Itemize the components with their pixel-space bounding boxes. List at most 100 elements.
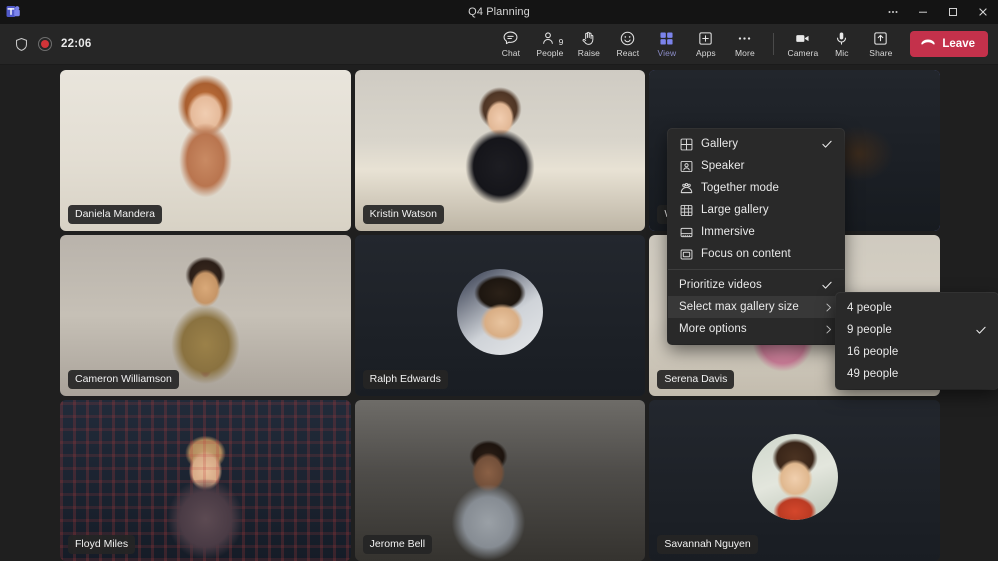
- people-icon: 9: [541, 30, 558, 47]
- menu-item-gallery[interactable]: Gallery: [668, 133, 844, 155]
- menu-item-focus-on-content[interactable]: Focus on content: [668, 243, 844, 265]
- participant-name: Floyd Miles: [68, 535, 135, 554]
- menu-item-select-max-gallery-size[interactable]: Select max gallery size: [668, 296, 844, 318]
- menu-item-speaker[interactable]: Speaker: [668, 155, 844, 177]
- camera-button[interactable]: Camera: [783, 25, 822, 64]
- more-button[interactable]: More: [725, 25, 764, 64]
- check-icon: [820, 279, 834, 291]
- chat-icon: [502, 30, 519, 47]
- submenu-item-4-people[interactable]: 4 people: [836, 297, 998, 319]
- menu-item-large-gallery[interactable]: Large gallery: [668, 199, 844, 221]
- video-tile[interactable]: Kristin Watson: [355, 70, 646, 231]
- submenu-item-label: 9 people: [847, 324, 974, 336]
- apps-label: Apps: [696, 49, 716, 58]
- toolbar-divider: [773, 33, 774, 55]
- participant-name: Serena Davis: [657, 370, 734, 389]
- leave-label: Leave: [942, 38, 975, 50]
- menu-item-immersive[interactable]: Immersive: [668, 221, 844, 243]
- chevron-right-icon: [822, 302, 834, 313]
- share-screen-icon: [872, 30, 889, 47]
- video-tile[interactable]: Cameron Williamson: [60, 235, 351, 396]
- microphone-icon: [833, 30, 850, 47]
- apps-button[interactable]: Apps: [686, 25, 725, 64]
- teams-meeting-window: Q4 Planning 22:06: [0, 0, 998, 561]
- submenu-item-label: 49 people: [847, 368, 974, 380]
- share-label: Share: [869, 49, 892, 58]
- menu-item-label: Speaker: [701, 160, 820, 172]
- participant-name: Ralph Edwards: [363, 370, 448, 389]
- mic-label: Mic: [835, 49, 849, 58]
- view-grid-icon: [658, 30, 675, 47]
- mic-button[interactable]: Mic: [822, 25, 861, 64]
- menu-item-label: Immersive: [701, 226, 820, 238]
- chevron-right-icon: [822, 324, 834, 335]
- hang-up-icon: [920, 35, 936, 54]
- gallery-grid-icon: [679, 137, 701, 152]
- menu-item-together-mode[interactable]: Together mode: [668, 177, 844, 199]
- menu-item-label: Gallery: [701, 138, 820, 150]
- chat-button[interactable]: Chat: [491, 25, 530, 64]
- submenu-item-49-people[interactable]: 49 people: [836, 363, 998, 385]
- participant-name: Daniela Mandera: [68, 205, 162, 224]
- menu-item-label: Prioritize videos: [679, 279, 820, 291]
- view-button[interactable]: View: [647, 25, 686, 64]
- video-tile[interactable]: Daniela Mandera: [60, 70, 351, 231]
- submenu-item-16-people[interactable]: 16 people: [836, 341, 998, 363]
- view-label: View: [658, 49, 677, 58]
- menu-item-prioritize-videos[interactable]: Prioritize videos: [668, 274, 844, 296]
- speaker-person-icon: [679, 159, 701, 174]
- camera-label: Camera: [787, 49, 818, 58]
- menu-item-label: Focus on content: [701, 248, 820, 260]
- menu-item-label: More options: [679, 323, 822, 335]
- meeting-toolbar: 22:06 Chat 9: [0, 24, 998, 65]
- raise-label: Raise: [578, 49, 600, 58]
- close-button[interactable]: [968, 0, 998, 24]
- video-tile[interactable]: Floyd Miles: [60, 400, 351, 561]
- apps-plus-icon: [697, 30, 714, 47]
- view-menu: Gallery Speaker Together mode Large gallery…: [668, 129, 844, 344]
- video-tile[interactable]: Jerome Bell: [355, 400, 646, 561]
- menu-item-label: Together mode: [701, 182, 820, 194]
- raise-hand-button[interactable]: Raise: [569, 25, 608, 64]
- camera-icon: [794, 30, 811, 47]
- shield-icon: [14, 37, 29, 52]
- more-ellipsis-icon: [736, 30, 753, 47]
- participant-name: Jerome Bell: [363, 535, 432, 554]
- together-mode-icon: [679, 181, 701, 196]
- react-button[interactable]: React: [608, 25, 647, 64]
- check-icon: [820, 138, 834, 150]
- people-button[interactable]: 9 People: [530, 25, 569, 64]
- video-stage: Daniela ManderaKristin WatsonWade Warren…: [0, 65, 998, 561]
- teams-logo-icon: [0, 5, 26, 19]
- minimize-button[interactable]: [908, 0, 938, 24]
- participant-name: Kristin Watson: [363, 205, 444, 224]
- submenu-item-label: 4 people: [847, 302, 974, 314]
- gallery-size-submenu: 4 people 9 people 16 people 49 people: [836, 293, 998, 389]
- submenu-item-label: 16 people: [847, 346, 974, 358]
- window-controls: [878, 0, 998, 24]
- share-button[interactable]: Share: [861, 25, 900, 64]
- window-title: Q4 Planning: [0, 6, 998, 18]
- large-gallery-icon: [679, 203, 701, 218]
- leave-button[interactable]: Leave: [910, 31, 988, 57]
- chat-label: Chat: [502, 49, 520, 58]
- meeting-timer: 22:06: [61, 38, 91, 50]
- avatar: [752, 434, 838, 520]
- submenu-item-9-people[interactable]: 9 people: [836, 319, 998, 341]
- toolbar-center-actions: Chat 9 People Raise: [491, 25, 988, 64]
- title-bar: Q4 Planning: [0, 0, 998, 24]
- recording-dot-icon: [38, 37, 52, 51]
- menu-item-more-options[interactable]: More options: [668, 318, 844, 340]
- meeting-status: 22:06: [14, 37, 91, 52]
- video-tile[interactable]: Ralph Edwards: [355, 235, 646, 396]
- raise-hand-icon: [580, 30, 597, 47]
- video-tile[interactable]: Savannah Nguyen: [649, 400, 940, 561]
- immersive-icon: [679, 225, 701, 240]
- people-label: People: [536, 49, 563, 58]
- toolbar-right-actions: Camera Mic: [783, 25, 988, 64]
- react-label: React: [617, 49, 640, 58]
- avatar: [457, 269, 543, 355]
- maximize-button[interactable]: [938, 0, 968, 24]
- window-more-button[interactable]: [878, 0, 908, 24]
- react-emoji-icon: [619, 30, 636, 47]
